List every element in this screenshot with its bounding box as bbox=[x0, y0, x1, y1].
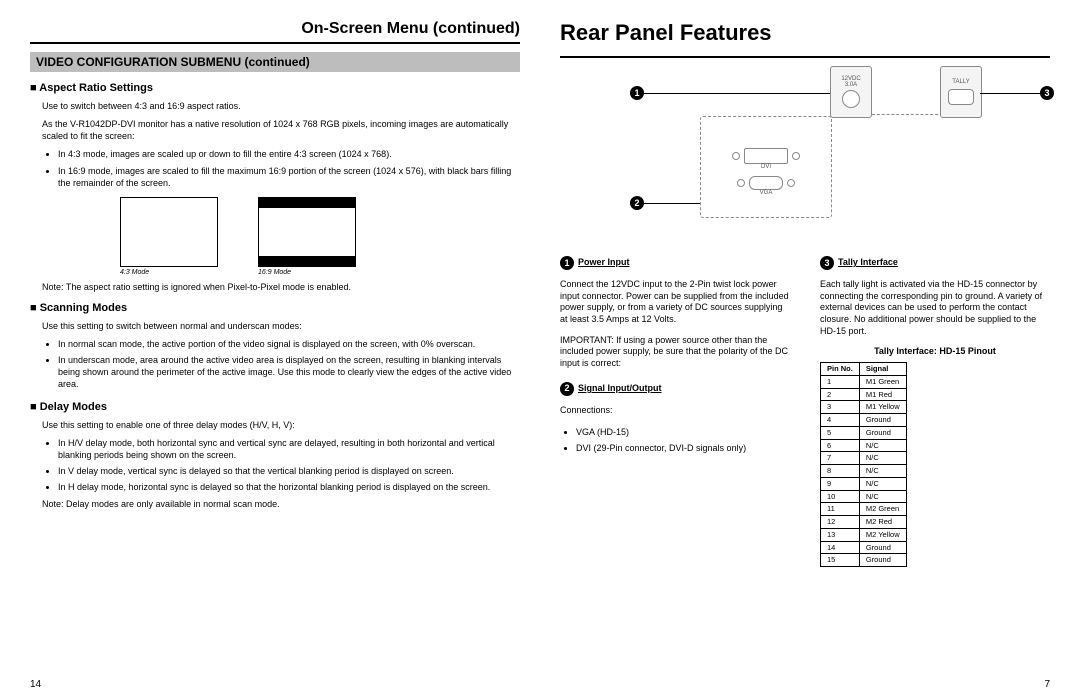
feature-columns: 1 Power Input Connect the 12VDC input to… bbox=[560, 256, 1050, 567]
power-heading-text: Power Input bbox=[578, 257, 630, 269]
pinout-caption: Tally Interface: HD-15 Pinout bbox=[820, 346, 1050, 358]
aspect-note: Note: The aspect ratio setting is ignore… bbox=[42, 282, 520, 292]
pin-th2: Signal bbox=[859, 363, 906, 376]
delay-heading: Delay Modes bbox=[30, 401, 520, 413]
aspect-b1: In 4:3 mode, images are scaled up or dow… bbox=[58, 148, 520, 160]
delay-p1: Use this setting to enable one of three … bbox=[42, 419, 520, 431]
fig-43: 4:3 Mode bbox=[120, 197, 218, 276]
power-connector: 12VDC 3.0A bbox=[830, 66, 872, 118]
page-number-right: 7 bbox=[1044, 679, 1050, 690]
pinout-table: Pin No. Signal 1M1 Green2M1 Red3M1 Yello… bbox=[820, 362, 907, 567]
aspect-heading: Aspect Ratio Settings bbox=[30, 82, 520, 94]
sio-heading-text: Signal Input/Output bbox=[578, 383, 661, 395]
callout-3: 3 bbox=[1040, 86, 1054, 100]
num-1-icon: 1 bbox=[560, 256, 574, 270]
scan-bullets: In normal scan mode, the active portion … bbox=[58, 338, 520, 391]
dvi-vga-panel: DVI VGA bbox=[700, 116, 832, 218]
submenu-bar: VIDEO CONFIGURATION SUBMENU (continued) bbox=[30, 52, 520, 72]
scan-heading: Scanning Modes bbox=[30, 302, 520, 314]
table-row: 15Ground bbox=[821, 554, 907, 567]
right-section-title: Rear Panel Features bbox=[560, 20, 1050, 46]
scan-p1: Use this setting to switch between norma… bbox=[42, 320, 520, 332]
page-number-left: 14 bbox=[30, 679, 41, 690]
sio-b1: VGA (HD-15) bbox=[576, 426, 790, 438]
table-row: 4Ground bbox=[821, 414, 907, 427]
delay-b2: In V delay mode, vertical sync is delaye… bbox=[58, 465, 520, 477]
callout-1: 1 bbox=[630, 86, 644, 100]
aspect-bullets: In 4:3 mode, images are scaled up or dow… bbox=[58, 148, 520, 188]
right-column: Rear Panel Features 12VDC 3.0A TALLY bbox=[560, 20, 1050, 688]
left-section-title: On-Screen Menu (continued) bbox=[30, 20, 520, 38]
table-row: 5Ground bbox=[821, 426, 907, 439]
pin-th1: Pin No. bbox=[821, 363, 860, 376]
fig-169-box bbox=[258, 197, 356, 267]
left-column: On-Screen Menu (continued) VIDEO CONFIGU… bbox=[30, 20, 520, 688]
tally-label: TALLY bbox=[952, 79, 969, 85]
scan-b1: In normal scan mode, the active portion … bbox=[58, 338, 520, 350]
aspect-b2: In 16:9 mode, images are scaled to fill … bbox=[58, 165, 520, 189]
page-spread: On-Screen Menu (continued) VIDEO CONFIGU… bbox=[0, 0, 1080, 698]
num-2-icon: 2 bbox=[560, 382, 574, 396]
fig-169-cap: 16:9 Mode bbox=[258, 269, 291, 276]
tally-connector: TALLY bbox=[940, 66, 982, 118]
rule-right bbox=[560, 56, 1050, 58]
table-row: 10N/C bbox=[821, 490, 907, 503]
callout-2: 2 bbox=[630, 196, 644, 210]
rear-panel-diagram: 12VDC 3.0A TALLY DVI bbox=[600, 66, 1050, 246]
fig-169: 16:9 Mode bbox=[258, 197, 356, 276]
table-row: 8N/C bbox=[821, 465, 907, 478]
table-row: 7N/C bbox=[821, 452, 907, 465]
power-label: 12VDC 3.0A bbox=[841, 76, 860, 88]
sio-bullets: VGA (HD-15) DVI (29-Pin connector, DVI-D… bbox=[576, 426, 790, 454]
delay-b3: In H delay mode, horizontal sync is dela… bbox=[58, 481, 520, 493]
power-p1: Connect the 12VDC input to the 2-Pin twi… bbox=[560, 279, 790, 326]
table-row: 13M2 Yellow bbox=[821, 528, 907, 541]
sio-heading: 2 Signal Input/Output bbox=[560, 382, 790, 396]
tally-heading-text: Tally Interface bbox=[838, 257, 898, 269]
delay-b1: In H/V delay mode, both horizontal sync … bbox=[58, 437, 520, 461]
aspect-p1: Use to switch between 4:3 and 16:9 aspec… bbox=[42, 100, 520, 112]
table-row: 14Ground bbox=[821, 541, 907, 554]
vga-label: VGA bbox=[760, 190, 773, 196]
aspect-p2: As the V-R1042DP-DVI monitor has a nativ… bbox=[42, 118, 520, 142]
fig-43-cap: 4:3 Mode bbox=[120, 269, 149, 276]
feature-col-right: 3 Tally Interface Each tally light is ac… bbox=[820, 256, 1050, 567]
table-row: 11M2 Green bbox=[821, 503, 907, 516]
power-p2: IMPORTANT: If using a power source other… bbox=[560, 335, 790, 370]
tally-p1: Each tally light is activated via the HD… bbox=[820, 279, 1050, 337]
table-row: 3M1 Yellow bbox=[821, 401, 907, 414]
delay-note: Note: Delay modes are only available in … bbox=[42, 499, 520, 509]
num-3-icon: 3 bbox=[820, 256, 834, 270]
feature-col-left: 1 Power Input Connect the 12VDC input to… bbox=[560, 256, 790, 567]
sio-p1: Connections: bbox=[560, 405, 790, 417]
rule-left bbox=[30, 42, 520, 44]
delay-bullets: In H/V delay mode, both horizontal sync … bbox=[58, 437, 520, 494]
table-row: 12M2 Red bbox=[821, 516, 907, 529]
dvi-label: DVI bbox=[761, 164, 771, 170]
table-row: 1M1 Green bbox=[821, 375, 907, 388]
power-heading: 1 Power Input bbox=[560, 256, 790, 270]
scan-b2: In underscan mode, area around the activ… bbox=[58, 354, 520, 390]
fig-43-box bbox=[120, 197, 218, 267]
mode-figures: 4:3 Mode 16:9 Mode bbox=[120, 197, 520, 276]
table-row: 9N/C bbox=[821, 477, 907, 490]
sio-b2: DVI (29-Pin connector, DVI-D signals onl… bbox=[576, 442, 790, 454]
table-row: 2M1 Red bbox=[821, 388, 907, 401]
tally-heading: 3 Tally Interface bbox=[820, 256, 1050, 270]
table-row: 6N/C bbox=[821, 439, 907, 452]
